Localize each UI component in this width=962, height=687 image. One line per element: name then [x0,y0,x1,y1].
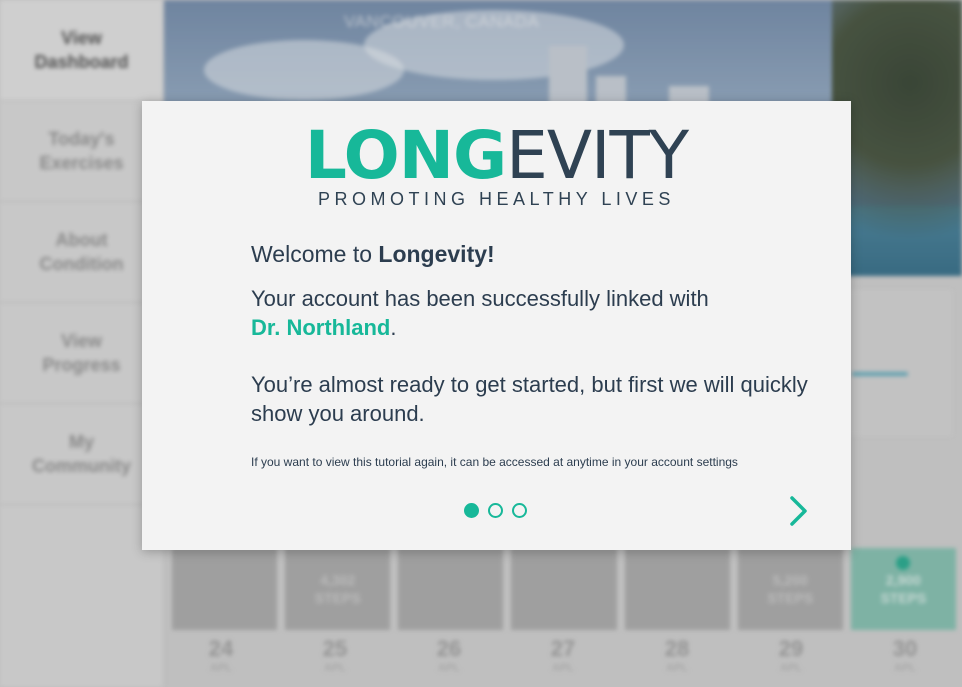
logo-tagline: PROMOTING HEALTHY LIVES [318,189,675,209]
longevity-logo: LONGEVITY [304,117,689,194]
ready-message: You’re almost ready to get started, but … [251,372,808,426]
page-dot-1[interactable] [464,503,479,518]
welcome-modal: LONGEVITY PROMOTING HEALTHY LIVES Welcom… [142,101,851,550]
brand-name: Longevity! [378,241,495,267]
tutorial-note: If you want to view this tutorial again,… [251,455,738,469]
doctor-name: Dr. Northland [251,315,391,340]
modal-content: Welcome to Longevity! Your account has b… [251,239,811,470]
page-dot-2[interactable] [488,503,503,518]
linked-message: Your account has been successfully linke… [251,286,709,340]
pagination-dots [464,503,527,518]
welcome-heading: Welcome to Longevity! [251,241,495,267]
page-dot-3[interactable] [512,503,527,518]
next-button[interactable] [784,494,812,528]
chevron-right-icon [790,496,807,526]
